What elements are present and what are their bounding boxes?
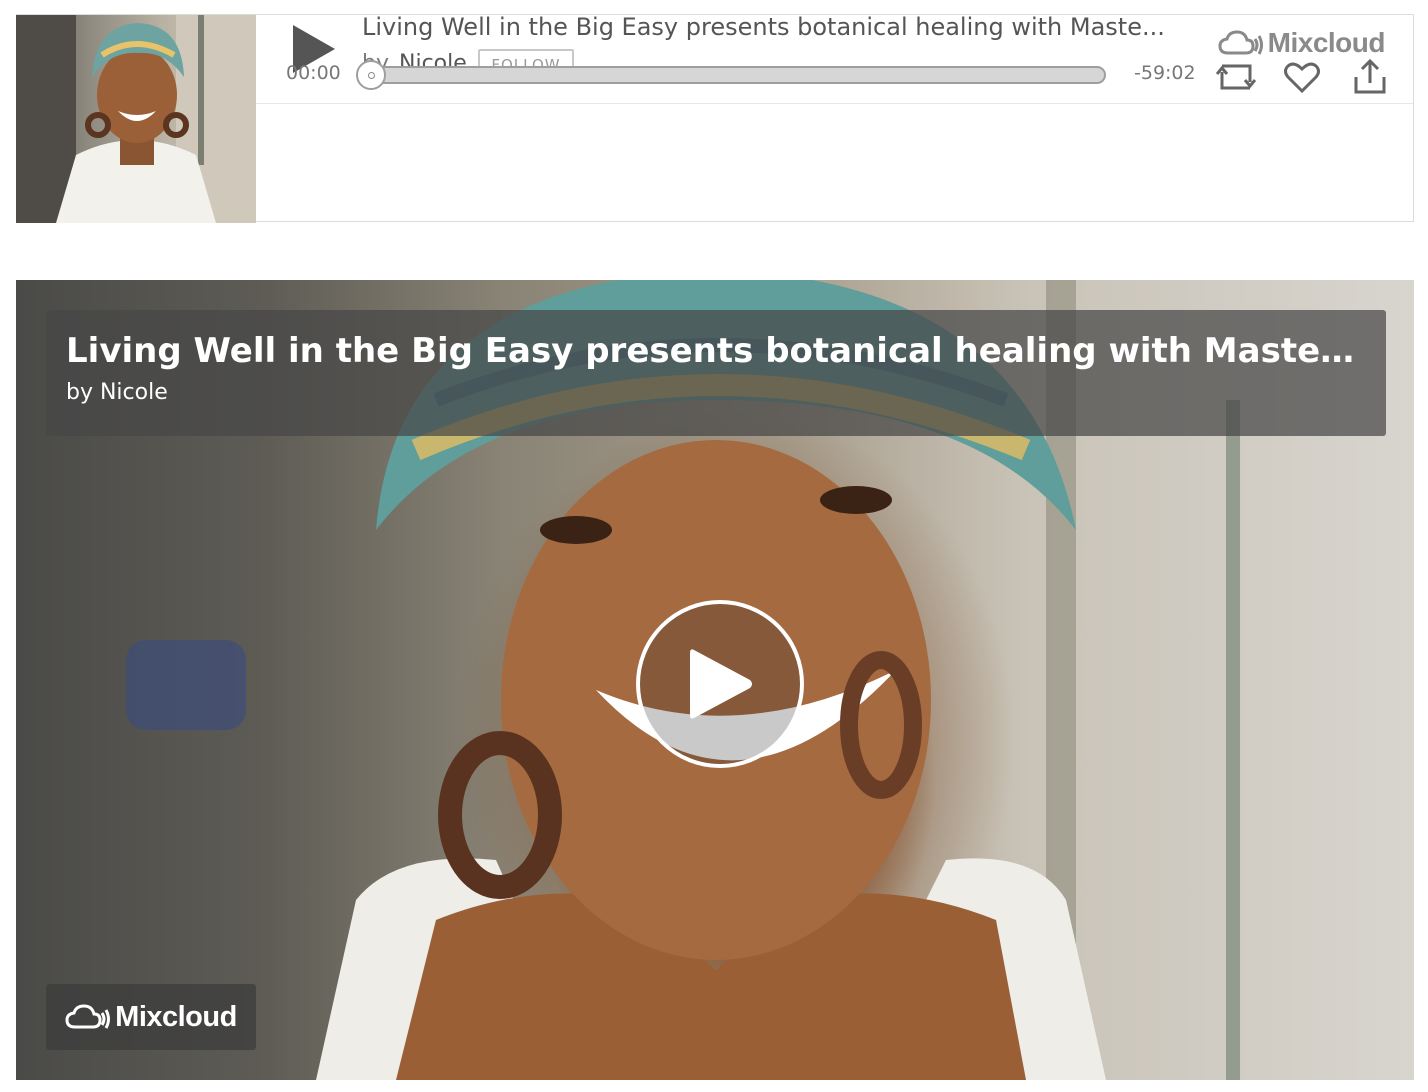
seek-bar[interactable] (356, 60, 1106, 90)
repost-button[interactable] (1214, 55, 1258, 99)
favorite-button[interactable] (1280, 55, 1324, 99)
cover-thumbnail (16, 15, 256, 223)
mixcloud-cloud-icon (1218, 30, 1263, 55)
mini-player-main: Living Well in the Big Easy presents bot… (256, 13, 1413, 221)
show-title[interactable]: Living Well in the Big Easy presents bot… (362, 9, 1202, 45)
large-byline[interactable]: by Nicole (66, 378, 1366, 408)
heart-icon (1284, 62, 1320, 93)
play-circle-icon (690, 649, 752, 719)
large-player-header: Living Well in the Big Easy presents bot… (46, 310, 1386, 436)
mixcloud-wordmark-overlay: Mixcloud (115, 1000, 237, 1033)
mixcloud-cloud-icon (65, 1004, 111, 1029)
remaining-time: -59:02 (1134, 62, 1196, 84)
seek-handle[interactable] (356, 60, 386, 90)
large-player: Living Well in the Big Easy presents bot… (16, 280, 1414, 1080)
cover-photo (16, 15, 256, 223)
repost-icon (1216, 64, 1256, 90)
current-time: 00:00 (286, 62, 341, 84)
mini-player: Living Well in the Big Easy presents bot… (16, 13, 1414, 223)
large-show-title[interactable]: Living Well in the Big Easy presents bot… (66, 328, 1366, 374)
large-play-button[interactable] (636, 600, 804, 768)
share-button[interactable] (1348, 55, 1392, 99)
share-icon (1354, 59, 1386, 94)
mixcloud-logo-overlay[interactable]: Mixcloud (46, 984, 256, 1050)
